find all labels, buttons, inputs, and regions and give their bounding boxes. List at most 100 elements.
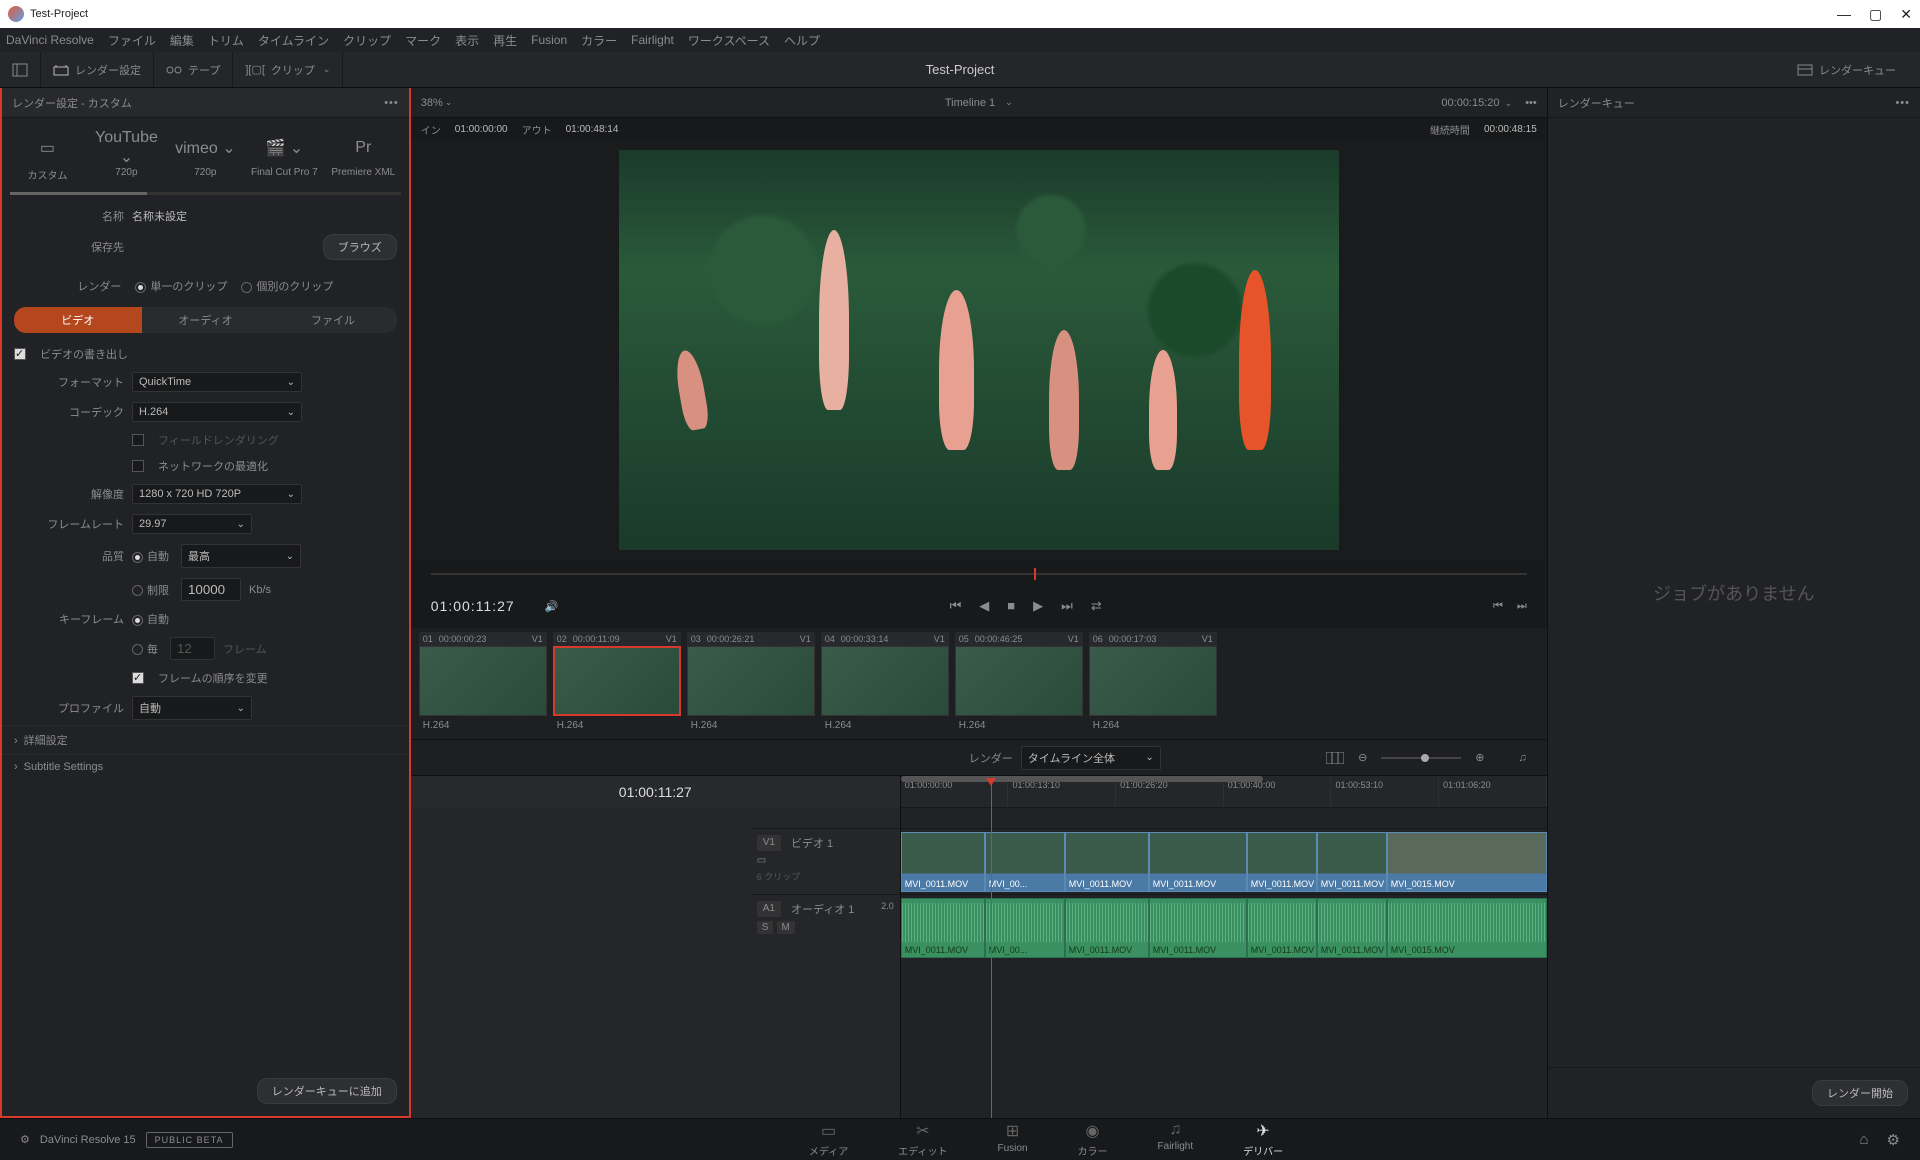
home-icon[interactable]: ⌂	[1859, 1131, 1868, 1149]
video-track-lane[interactable]: MVI_0011.MOVMVI_00...MVI_0011.MOVMVI_001…	[901, 828, 1547, 894]
viewer-menu-icon[interactable]: •••	[1525, 97, 1537, 109]
subtitle-settings-expand[interactable]: Subtitle Settings	[2, 754, 409, 779]
export-video-checkbox[interactable]	[14, 348, 26, 360]
volume-icon[interactable]: 🔊	[545, 600, 559, 613]
minimize-button[interactable]: —	[1837, 6, 1851, 23]
timeline-video-clip[interactable]: MVI_0011.MOV	[1247, 832, 1317, 892]
tab-ファイル[interactable]: ファイル	[269, 307, 397, 333]
codec-select[interactable]: H.264	[132, 402, 302, 422]
menu-クリップ[interactable]: クリップ	[343, 32, 391, 49]
toolbar-render-settings[interactable]: レンダー設定	[41, 52, 154, 87]
menu-DaVinci Resolve[interactable]: DaVinci Resolve	[6, 33, 94, 47]
timeline-video-clip[interactable]: MVI_0011.MOV	[901, 832, 985, 892]
timeline-audio-clip[interactable]: MVI_0011.MOV	[1317, 898, 1387, 958]
page-メディア[interactable]: ▭メディア	[809, 1121, 848, 1158]
quality-limit-radio[interactable]: 制限	[132, 582, 169, 598]
audio-track-header[interactable]: A1オーディオ 12.0 S M	[751, 894, 900, 960]
toolbar-clip-mode[interactable]: ][▢[クリップ⌄	[233, 52, 343, 87]
menu-カラー[interactable]: カラー	[581, 32, 617, 49]
loop-button[interactable]: ⇄	[1091, 598, 1102, 614]
keyframe-every-radio[interactable]: 毎	[132, 641, 158, 657]
menu-Fusion[interactable]: Fusion	[531, 33, 567, 47]
menu-ヘルプ[interactable]: ヘルプ	[784, 32, 820, 49]
page-カラー[interactable]: ◉カラー	[1078, 1121, 1108, 1158]
timeline-audio-clip[interactable]: MVI_0011.MOV	[901, 898, 985, 958]
menu-ファイル[interactable]: ファイル	[108, 32, 156, 49]
menu-編集[interactable]: 編集	[170, 32, 194, 49]
clip-thumb[interactable]: 0100:00:00:23V1H.264	[419, 632, 547, 735]
preset-Premiere XML[interactable]: PrPremiere XML	[324, 128, 403, 188]
playhead[interactable]	[991, 778, 992, 1118]
timeline-audio-clip[interactable]: MVI_0011.MOV	[1149, 898, 1247, 958]
preset-Final Cut Pro 7[interactable]: 🎬 ⌄Final Cut Pro 7	[245, 128, 324, 188]
clip-thumb[interactable]: 0300:00:26:21V1H.264	[687, 632, 815, 735]
timeline-view-icon[interactable]	[1326, 752, 1344, 764]
render-individual-clip-radio[interactable]: 個別のクリップ	[241, 278, 333, 294]
resolution-select[interactable]: 1280 x 720 HD 720P	[132, 484, 302, 504]
page-Fairlight[interactable]: ♫Fairlight	[1158, 1121, 1194, 1158]
timeline-audio-clip[interactable]: MVI_0011.MOV	[1065, 898, 1149, 958]
audio-track-lane[interactable]: MVI_0011.MOVMVI_00...MVI_0011.MOVMVI_001…	[901, 894, 1547, 960]
preset-720p[interactable]: YouTube ⌄720p	[87, 128, 166, 188]
timeline-audio-clip[interactable]: MVI_0015.MOV	[1387, 898, 1547, 958]
solo-button[interactable]: S	[757, 921, 774, 934]
timeline-name[interactable]: Timeline 1	[945, 97, 995, 109]
quality-auto-radio[interactable]: 自動	[132, 548, 169, 564]
menu-Fairlight[interactable]: Fairlight	[631, 33, 674, 47]
clip-thumb[interactable]: 0400:00:33:14V1H.264	[821, 632, 949, 735]
quality-best-select[interactable]: 最高	[181, 544, 301, 568]
field-rendering-checkbox[interactable]	[132, 434, 144, 446]
zoom-slider[interactable]	[1381, 757, 1461, 759]
toolbar-expand[interactable]	[0, 52, 41, 87]
clip-thumb[interactable]: 0600:00:17:03V1H.264	[1089, 632, 1217, 735]
prev-frame-button[interactable]: ◀	[979, 598, 989, 614]
keyframe-auto-radio[interactable]: 自動	[132, 611, 169, 627]
page-エディット[interactable]: ✂エディット	[898, 1121, 947, 1158]
format-select[interactable]: QuickTime	[132, 372, 302, 392]
timeline-video-clip[interactable]: MVI_0015.MOV	[1387, 832, 1547, 892]
jump-prev-button[interactable]: ⏮	[1493, 600, 1503, 613]
page-デリバー[interactable]: ✈デリバー	[1243, 1121, 1283, 1158]
timeline-video-clip[interactable]: MVI_00...	[985, 832, 1065, 892]
preset-カスタム[interactable]: ▭カスタム	[8, 128, 87, 188]
tab-オーディオ[interactable]: オーディオ	[142, 307, 270, 333]
browse-button[interactable]: ブラウズ	[323, 234, 397, 260]
viewer-zoom[interactable]: 38%	[421, 97, 443, 109]
render-range-select[interactable]: タイムライン全体	[1021, 746, 1161, 770]
filename-value[interactable]: 名称未設定	[132, 208, 397, 224]
stop-button[interactable]: ■	[1007, 598, 1015, 614]
menu-トリム[interactable]: トリム	[208, 32, 244, 49]
close-button[interactable]: ✕	[1900, 6, 1912, 23]
jump-next-button[interactable]: ⏭	[1517, 600, 1527, 613]
music-note-icon[interactable]: ♫	[1519, 752, 1527, 764]
render-single-clip-radio[interactable]: 単一のクリップ	[135, 278, 227, 294]
menu-マーク[interactable]: マーク	[405, 32, 441, 49]
zoom-out-icon[interactable]: ⊖	[1358, 751, 1367, 764]
toolbar-tape[interactable]: テープ	[154, 52, 233, 87]
tab-ビデオ[interactable]: ビデオ	[14, 307, 142, 333]
play-button[interactable]: ▶	[1033, 598, 1043, 614]
zoom-in-icon[interactable]: ⊕	[1475, 751, 1484, 764]
timeline-scrollbar[interactable]	[901, 776, 1263, 782]
add-to-queue-button[interactable]: レンダーキューに追加	[257, 1078, 397, 1104]
timeline-video-clip[interactable]: MVI_0011.MOV	[1065, 832, 1149, 892]
reorder-frames-checkbox[interactable]	[132, 672, 144, 684]
preset-scrollbar[interactable]	[10, 192, 401, 195]
timeline-audio-clip[interactable]: MVI_00...	[985, 898, 1065, 958]
page-Fusion[interactable]: ⊞Fusion	[998, 1121, 1028, 1158]
toolbar-render-queue[interactable]: レンダーキュー	[1785, 62, 1908, 78]
menu-ワークスペース[interactable]: ワークスペース	[688, 32, 770, 49]
settings-icon[interactable]: ⚙	[1887, 1131, 1900, 1149]
clip-thumb[interactable]: 0500:00:46:25V1H.264	[955, 632, 1083, 735]
maximize-button[interactable]: ▢	[1869, 6, 1882, 23]
start-render-button[interactable]: レンダー開始	[1812, 1080, 1908, 1106]
viewer-canvas[interactable]	[411, 140, 1547, 560]
keyframe-every-input[interactable]	[170, 637, 215, 660]
network-opt-checkbox[interactable]	[132, 460, 144, 472]
clip-thumb[interactable]: 0200:00:11:09V1H.264	[553, 632, 681, 735]
preset-720p[interactable]: vimeo ⌄720p	[166, 128, 245, 188]
timeline-audio-clip[interactable]: MVI_0011.MOV	[1247, 898, 1317, 958]
mute-button[interactable]: M	[777, 921, 795, 934]
framerate-select[interactable]: 29.97	[132, 514, 252, 534]
menu-タイムライン[interactable]: タイムライン	[258, 32, 329, 49]
